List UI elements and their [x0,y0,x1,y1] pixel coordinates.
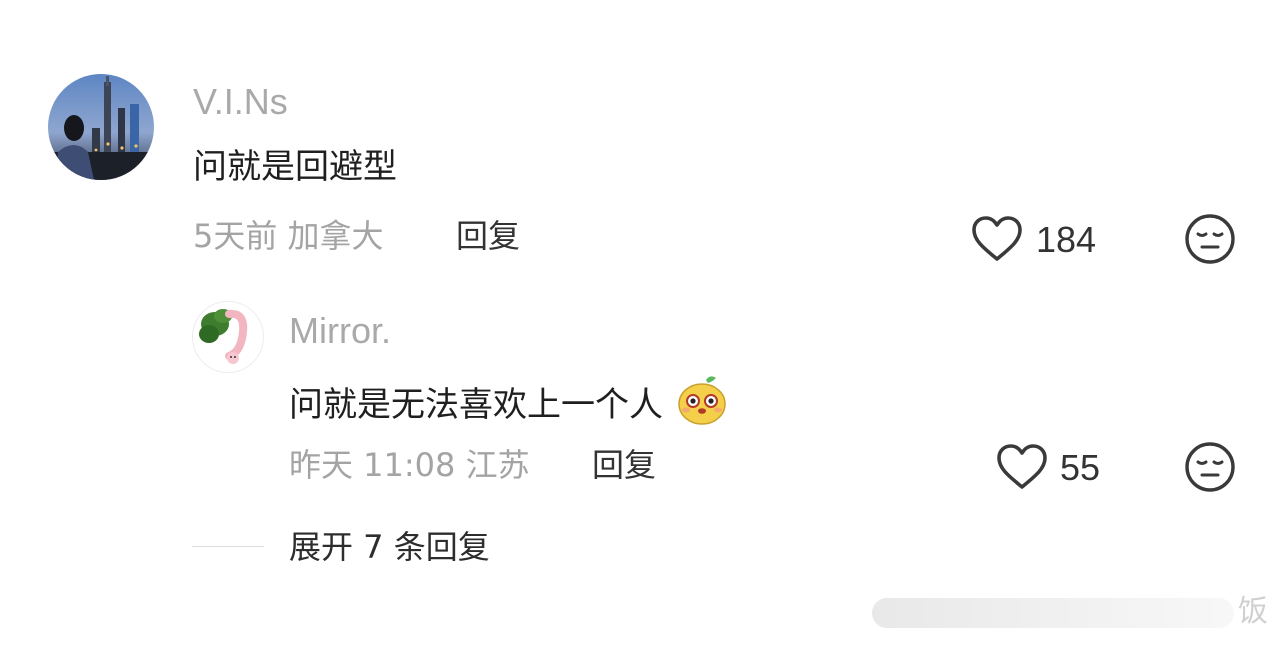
reply-time-location: 昨天 11:08 江苏 [289,446,530,484]
reply-like-button[interactable] [995,442,1049,492]
comment-dislike-button[interactable] [1184,213,1236,265]
reply-avatar[interactable] [192,301,264,373]
reply-meta: 昨天 11:08 江苏 [289,445,530,485]
expand-replies-button[interactable]: 展开 7 条回复 [289,527,490,567]
watermark-bar [872,598,1234,628]
avatar[interactable] [48,74,154,180]
heart-icon [997,444,1047,489]
sticker-emoji-icon [676,374,728,426]
reply-dislike-button[interactable] [1184,441,1236,493]
comment-username[interactable]: V.I.Ns [193,82,288,122]
reply-reply-button[interactable]: 回复 [592,445,656,485]
heart-icon [972,216,1022,261]
comment-time-location: 5天前 加拿大 [193,217,384,255]
watermark-text: 饭 [1238,594,1268,629]
avatar-image [48,74,154,180]
reply-text: 问就是无法喜欢上一个人 [289,385,663,425]
neutral-face-icon [1185,214,1235,264]
comment-like-count: 184 [1036,219,1097,260]
comment-like-button[interactable] [970,214,1024,264]
comment-reply-button[interactable]: 回复 [456,216,520,256]
neutral-face-icon [1185,442,1235,492]
comment-meta: 5天前 加拿大 [193,216,384,256]
avatar-image [193,302,263,372]
comment-text: 问就是回避型 [193,147,397,187]
reply-text-row: 问就是无法喜欢上一个人 [289,374,728,427]
reply-like-count: 55 [1060,447,1101,488]
expand-divider [192,546,264,547]
reply-username[interactable]: Mirror. [289,311,391,351]
